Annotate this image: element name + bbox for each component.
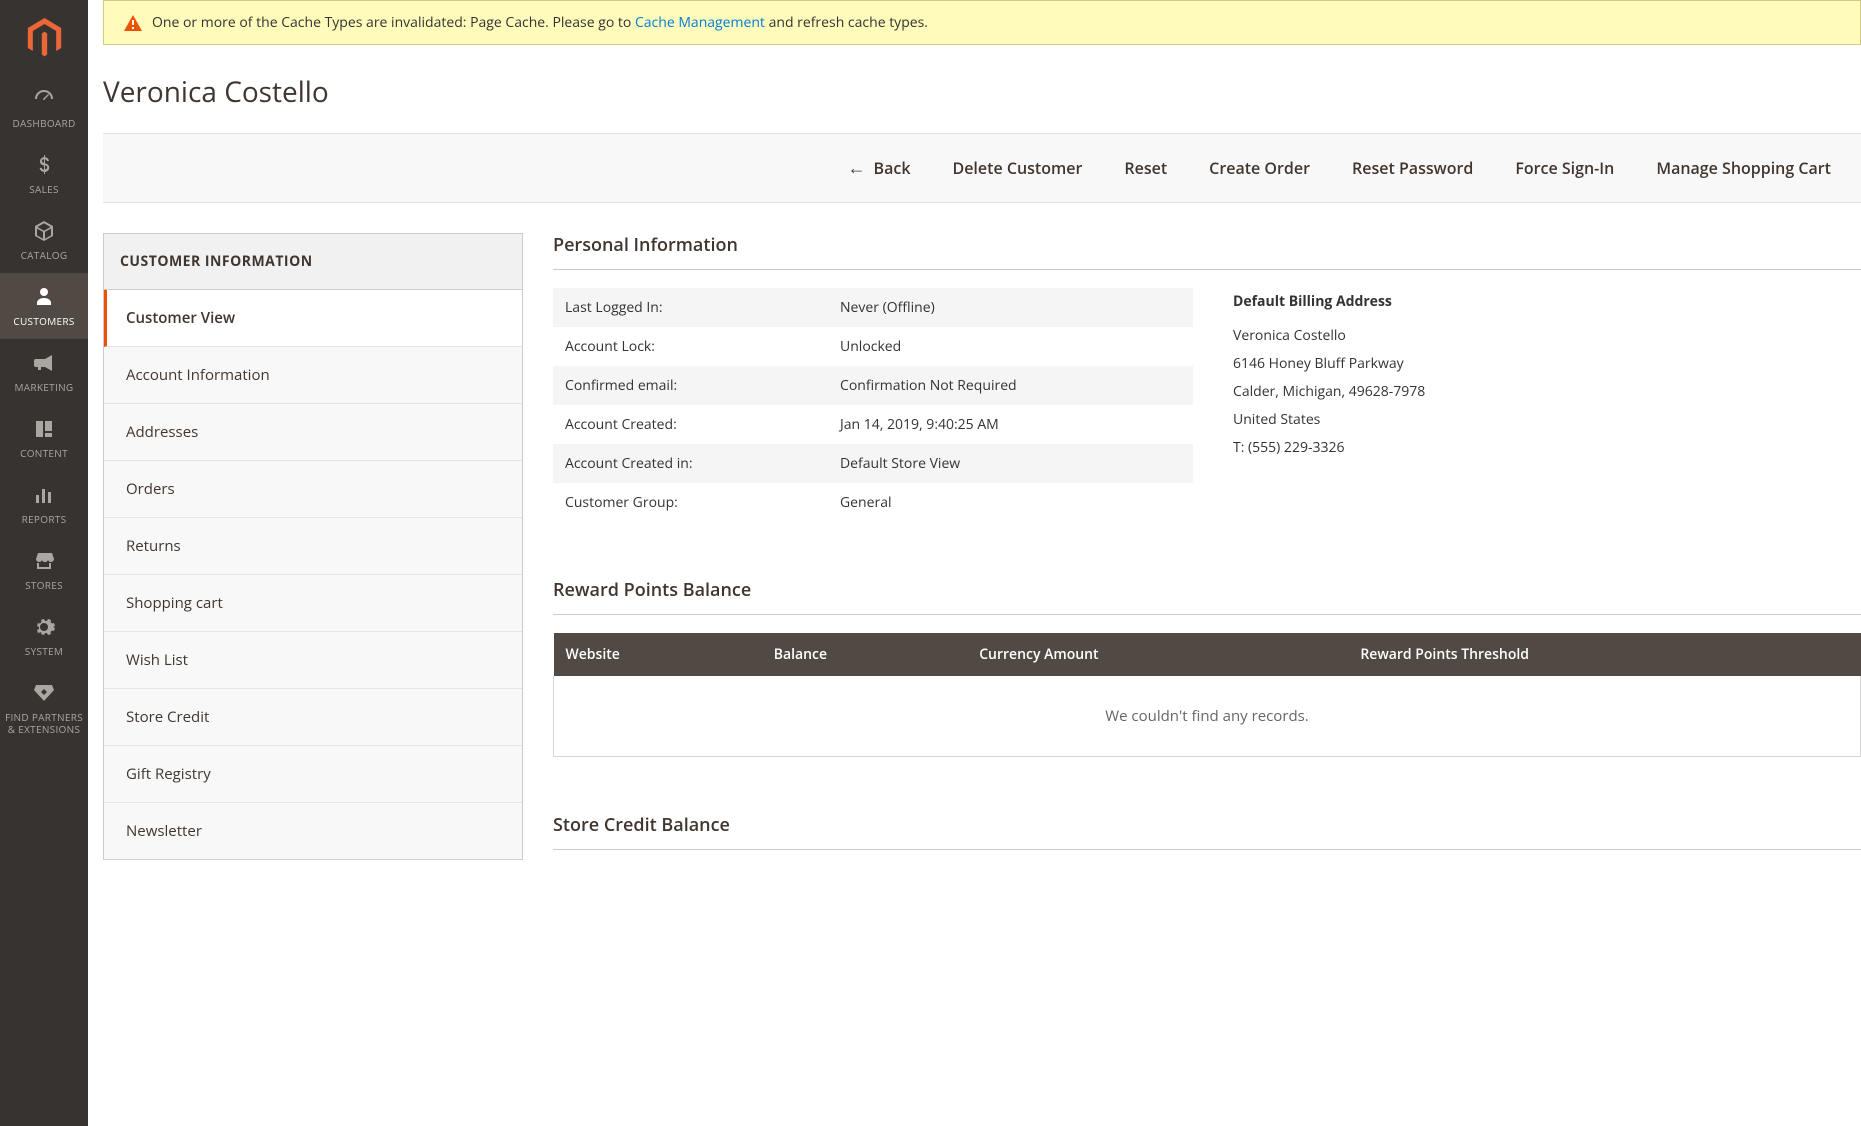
gear-icon xyxy=(32,613,56,641)
billing-street: 6146 Honey Bluff Parkway xyxy=(1233,350,1425,378)
storefront-icon xyxy=(32,547,56,575)
billing-name: Veronica Costello xyxy=(1233,322,1425,350)
main-content: One or more of the Cache Types are inval… xyxy=(88,0,1861,868)
sidebar-item-label: FIND PARTNERS & EXTENSIONS xyxy=(4,711,84,735)
magento-logo-icon xyxy=(27,18,62,58)
tab-wish-list[interactable]: Wish List xyxy=(104,632,522,689)
billing-phone: T: (555) 229-3326 xyxy=(1233,434,1425,462)
info-row: Account Lock:Unlocked xyxy=(553,327,1193,366)
sidebar-item-sales[interactable]: SALES xyxy=(0,141,88,207)
sidebar-item-label: SALES xyxy=(29,183,59,195)
sidebar-item-find-partners-extensions[interactable]: FIND PARTNERS & EXTENSIONS xyxy=(0,669,88,747)
box-icon xyxy=(32,217,56,245)
info-label: Account Created in: xyxy=(553,444,828,483)
pages-icon xyxy=(32,415,56,443)
info-row: Confirmed email:Confirmation Not Require… xyxy=(553,366,1193,405)
info-row: Account Created:Jan 14, 2019, 9:40:25 AM xyxy=(553,405,1193,444)
tab-list: Customer ViewAccount InformationAddresse… xyxy=(103,290,523,860)
action-toolbar: ← Back Delete Customer Reset Create Orde… xyxy=(103,133,1861,203)
reset-button[interactable]: Reset xyxy=(1124,156,1167,180)
sidebar-item-marketing[interactable]: MARKETING xyxy=(0,339,88,405)
info-value: Never (Offline) xyxy=(828,288,1193,327)
sidebar-item-content[interactable]: CONTENT xyxy=(0,405,88,471)
info-label: Account Created: xyxy=(553,405,828,444)
force-signin-button[interactable]: Force Sign-In xyxy=(1515,156,1614,180)
tab-gift-registry[interactable]: Gift Registry xyxy=(104,746,522,803)
column-header: Balance xyxy=(762,633,967,676)
panel-header: CUSTOMER INFORMATION xyxy=(103,233,523,290)
sidebar-item-label: MARKETING xyxy=(15,381,74,393)
info-row: Last Logged In:Never (Offline) xyxy=(553,288,1193,327)
dashboard-icon xyxy=(32,85,56,113)
billing-address-block: Default Billing Address Veronica Costell… xyxy=(1233,288,1425,522)
admin-sidebar: DASHBOARD SALES CATALOG CUSTOMERS MARKETING C… xyxy=(0,0,88,1126)
info-value: Default Store View xyxy=(828,444,1193,483)
sidebar-item-system[interactable]: SYSTEM xyxy=(0,603,88,669)
info-value: General xyxy=(828,483,1193,522)
tab-newsletter[interactable]: Newsletter xyxy=(104,803,522,860)
delete-customer-button[interactable]: Delete Customer xyxy=(952,156,1082,180)
tab-orders[interactable]: Orders xyxy=(104,461,522,518)
info-value: Unlocked xyxy=(828,327,1193,366)
info-label: Customer Group: xyxy=(553,483,828,522)
megaphone-icon xyxy=(32,349,56,377)
puzzle-icon xyxy=(32,679,56,707)
info-value: Confirmation Not Required xyxy=(828,366,1193,405)
info-row: Account Created in:Default Store View xyxy=(553,444,1193,483)
manage-cart-button[interactable]: Manage Shopping Cart xyxy=(1656,156,1831,180)
bars-icon xyxy=(32,481,56,509)
sidebar-item-label: CUSTOMERS xyxy=(13,315,74,327)
customer-info-panel: CUSTOMER INFORMATION Customer ViewAccoun… xyxy=(103,233,523,868)
personal-info-title: Personal Information xyxy=(553,233,1861,270)
personal-info-table: Last Logged In:Never (Offline)Account Lo… xyxy=(553,288,1193,522)
sidebar-item-dashboard[interactable]: DASHBOARD xyxy=(0,75,88,141)
sidebar-item-label: REPORTS xyxy=(22,513,67,525)
no-records-message: We couldn't find any records. xyxy=(554,676,1861,757)
sidebar-item-stores[interactable]: STORES xyxy=(0,537,88,603)
arrow-left-icon: ← xyxy=(848,156,866,180)
dollar-icon xyxy=(32,151,56,179)
back-button[interactable]: ← Back xyxy=(848,156,911,180)
tab-shopping-cart[interactable]: Shopping cart xyxy=(104,575,522,632)
sidebar-item-label: CONTENT xyxy=(20,447,68,459)
cache-management-link[interactable]: Cache Management xyxy=(635,13,765,32)
sidebar-item-customers[interactable]: CUSTOMERS xyxy=(0,273,88,339)
warning-icon xyxy=(124,15,142,31)
create-order-button[interactable]: Create Order xyxy=(1209,156,1310,180)
tab-addresses[interactable]: Addresses xyxy=(104,404,522,461)
cache-warning-notification: One or more of the Cache Types are inval… xyxy=(103,0,1861,45)
page-title: Veronica Costello xyxy=(88,63,1861,133)
notification-text: One or more of the Cache Types are inval… xyxy=(152,13,928,32)
info-label: Confirmed email: xyxy=(553,366,828,405)
sidebar-item-label: SYSTEM xyxy=(25,645,63,657)
info-label: Account Lock: xyxy=(553,327,828,366)
tab-store-credit[interactable]: Store Credit xyxy=(104,689,522,746)
sidebar-item-label: CATALOG xyxy=(21,249,68,261)
reward-points-table: WebsiteBalanceCurrency AmountReward Poin… xyxy=(553,633,1861,757)
reward-points-title: Reward Points Balance xyxy=(553,578,1861,615)
billing-city: Calder, Michigan, 49628-7978 xyxy=(1233,378,1425,406)
billing-country: United States xyxy=(1233,406,1425,434)
column-header: Currency Amount xyxy=(967,633,1348,676)
person-icon xyxy=(32,283,56,311)
tab-returns[interactable]: Returns xyxy=(104,518,522,575)
sidebar-item-catalog[interactable]: CATALOG xyxy=(0,207,88,273)
customer-detail-panel: Personal Information Last Logged In:Neve… xyxy=(553,233,1861,868)
column-header: Website xyxy=(554,633,762,676)
sidebar-item-reports[interactable]: REPORTS xyxy=(0,471,88,537)
sidebar-item-label: STORES xyxy=(25,579,63,591)
store-credit-title: Store Credit Balance xyxy=(553,813,1861,850)
reset-password-button[interactable]: Reset Password xyxy=(1352,156,1473,180)
column-header: Reward Points Threshold xyxy=(1348,633,1860,676)
info-row: Customer Group:General xyxy=(553,483,1193,522)
tab-customer-view[interactable]: Customer View xyxy=(104,290,522,347)
magento-logo[interactable] xyxy=(0,0,88,75)
tab-account-information[interactable]: Account Information xyxy=(104,347,522,404)
billing-address-title: Default Billing Address xyxy=(1233,288,1425,316)
info-label: Last Logged In: xyxy=(553,288,828,327)
sidebar-item-label: DASHBOARD xyxy=(12,117,75,129)
info-value: Jan 14, 2019, 9:40:25 AM xyxy=(828,405,1193,444)
